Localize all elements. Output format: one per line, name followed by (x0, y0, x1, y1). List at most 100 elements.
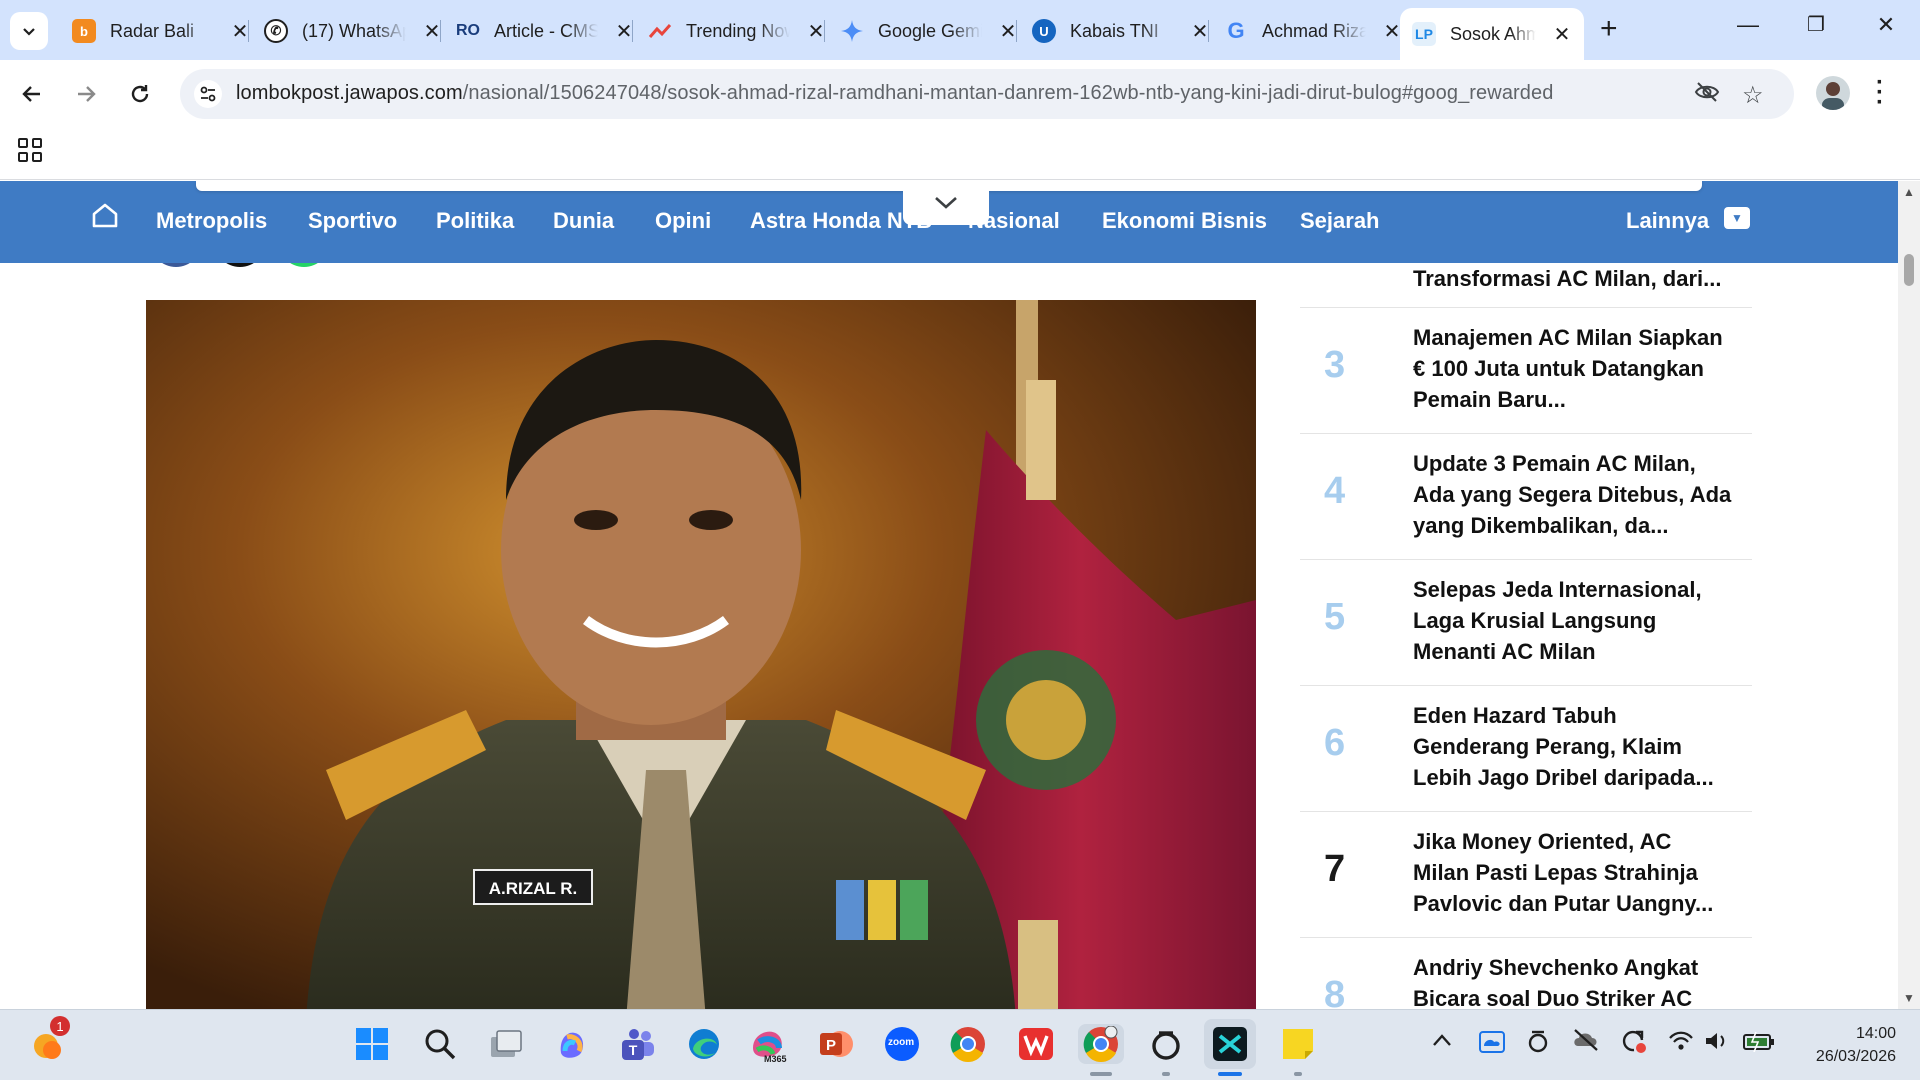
tab-kabais[interactable]: U Kabais TNI ✕ (1020, 10, 1210, 52)
zoom-label: zoom (888, 1037, 915, 1048)
tab-search-button[interactable] (10, 12, 48, 50)
close-icon[interactable]: ✕ (614, 19, 634, 44)
nav-dunia[interactable]: Dunia (553, 208, 614, 234)
windows-taskbar: 1 T M365 P zoom 14:00 26/03/2026 (0, 1009, 1920, 1080)
list-item[interactable]: 3 Manajemen AC Milan Siapkan € 100 Juta … (1300, 308, 1752, 434)
reload-button[interactable] (120, 74, 160, 114)
trend-title[interactable]: Transformasi AC Milan, dari... (1413, 263, 1733, 294)
list-item[interactable]: 8 Andriy Shevchenko Angkat Bicara soal D… (1300, 938, 1752, 1009)
nav-ekonomi-bisnis[interactable]: Ekonomi Bisnis (1102, 208, 1267, 234)
google-icon: G (1227, 18, 1245, 43)
tab-whatsapp[interactable]: ✆ (17) WhatsApp ✕ (252, 10, 442, 52)
close-icon[interactable]: ✕ (1552, 22, 1572, 47)
tab-trending[interactable]: Trending Now ✕ (636, 10, 826, 52)
tab-gemini[interactable]: Google Gemini ✕ (828, 10, 1018, 52)
close-icon[interactable]: ✕ (422, 19, 442, 44)
close-icon[interactable]: ✕ (806, 19, 826, 44)
trend-rank: 4 (1324, 470, 1346, 512)
list-item[interactable]: 5 Selepas Jeda Internasional, Laga Krusi… (1300, 560, 1752, 686)
m365-icon[interactable]: M365 (748, 1024, 788, 1064)
wps-icon[interactable] (1016, 1024, 1056, 1064)
trend-title[interactable]: Jika Money Oriented, AC Milan Pasti Lepa… (1413, 826, 1733, 919)
nav-sejarah[interactable]: Sejarah (1300, 208, 1380, 234)
trend-title[interactable]: Andriy Shevchenko Angkat Bicara soal Duo… (1413, 952, 1733, 1009)
tab-radar-bali[interactable]: b Radar Bali ✕ (60, 10, 250, 52)
wifi-icon[interactable] (1668, 1030, 1694, 1058)
bookmark-star-icon[interactable]: ☆ (1742, 81, 1764, 110)
circle-app-icon[interactable] (1146, 1024, 1186, 1064)
new-tab-button[interactable]: + (1600, 14, 1618, 44)
list-item[interactable]: 4 Update 3 Pemain AC Milan, Ada yang Seg… (1300, 434, 1752, 560)
caret-down-icon[interactable]: ▼ (1724, 207, 1750, 229)
onedrive-icon[interactable] (1478, 1028, 1506, 1060)
sticky-notes-icon[interactable] (1278, 1024, 1318, 1064)
collapse-header-button[interactable] (903, 181, 989, 225)
chevron-down-icon (935, 197, 957, 209)
forward-button[interactable] (66, 74, 106, 114)
restore-button[interactable]: ❐ (1796, 12, 1836, 37)
search-icon[interactable] (420, 1024, 460, 1064)
reload-icon (131, 85, 149, 103)
nav-opini[interactable]: Opini (655, 208, 711, 234)
tab-article-cms[interactable]: RO Article - CMS ✕ (444, 10, 634, 52)
trend-rank: 5 (1324, 596, 1346, 638)
trend-rank: 6 (1324, 722, 1346, 764)
task-view-icon[interactable] (486, 1024, 526, 1064)
battery-icon[interactable] (1742, 1030, 1776, 1058)
edge-icon[interactable] (684, 1024, 724, 1064)
zoom-icon[interactable]: zoom (882, 1024, 922, 1064)
list-item[interactable]: 7 Jika Money Oriented, AC Milan Pasti Le… (1300, 812, 1752, 938)
trend-title[interactable]: Eden Hazard Tabuh Genderang Perang, Klai… (1413, 700, 1733, 793)
trend-title[interactable]: Selepas Jeda Internasional, Laga Krusial… (1413, 574, 1733, 667)
volume-icon[interactable] (1704, 1030, 1730, 1058)
tray-chevron-up-icon[interactable] (1432, 1030, 1452, 1053)
tab-title: Article - CMS (494, 20, 598, 41)
nav-sportivo[interactable]: Sportivo (308, 208, 397, 234)
home-icon[interactable] (90, 201, 120, 231)
scrollbar-thumb[interactable] (1904, 254, 1914, 286)
minimize-button[interactable]: — (1728, 12, 1768, 38)
article-hero-image: A.RIZAL R. (146, 300, 1256, 1009)
url-text[interactable]: lombokpost.jawapos.com/nasional/15062470… (236, 82, 1553, 105)
close-icon[interactable]: ✕ (1382, 19, 1402, 44)
tab-sosok-active[interactable]: LP Sosok Ahmad Rizal ✕ (1400, 8, 1584, 60)
close-icon[interactable]: ✕ (230, 19, 250, 44)
site-info-button[interactable] (194, 80, 222, 108)
cloud-off-icon[interactable] (1572, 1028, 1600, 1058)
system-clock[interactable]: 14:00 26/03/2026 (1790, 1022, 1896, 1068)
copilot-icon[interactable] (552, 1024, 592, 1064)
trend-title[interactable]: Manajemen AC Milan Siapkan € 100 Juta un… (1413, 322, 1733, 415)
nav-metropolis[interactable]: Metropolis (156, 208, 267, 234)
app-running-indicator (1090, 1072, 1112, 1076)
close-icon[interactable]: ✕ (998, 19, 1018, 44)
back-button[interactable] (12, 74, 52, 114)
close-window-button[interactable]: ✕ (1866, 12, 1906, 38)
tracking-protection-icon[interactable] (1694, 81, 1720, 109)
sync-icon[interactable] (1620, 1028, 1648, 1060)
avatar[interactable] (1816, 76, 1850, 110)
trending-icon (648, 19, 672, 43)
tab-google-search[interactable]: G Achmad Rizal ✕ (1212, 10, 1402, 52)
close-icon[interactable]: ✕ (1190, 19, 1210, 44)
powerpoint-icon[interactable]: P (816, 1024, 856, 1064)
nav-more[interactable]: Lainnya (1626, 208, 1709, 234)
capcut-icon[interactable] (1204, 1019, 1256, 1069)
app-active-indicator (1218, 1072, 1242, 1076)
chrome-profile-icon[interactable] (1078, 1024, 1124, 1064)
page-scrollbar[interactable]: ▲ ▼ (1898, 181, 1920, 1009)
scroll-down-icon[interactable]: ▼ (1903, 991, 1915, 1005)
weather-widget[interactable]: 1 (28, 1016, 70, 1064)
clock-time: 14:00 (1855, 1025, 1896, 1042)
chrome-icon[interactable] (948, 1024, 988, 1064)
address-bar[interactable]: lombokpost.jawapos.com/nasional/15062470… (180, 69, 1794, 119)
apps-grid-icon[interactable] (18, 138, 42, 162)
circle-tray-icon[interactable] (1526, 1028, 1550, 1060)
teams-icon[interactable]: T (618, 1024, 658, 1064)
list-item[interactable]: Transformasi AC Milan, dari... (1300, 263, 1752, 308)
trend-title[interactable]: Update 3 Pemain AC Milan, Ada yang Seger… (1413, 448, 1733, 541)
list-item[interactable]: 6 Eden Hazard Tabuh Genderang Perang, Kl… (1300, 686, 1752, 812)
scroll-up-icon[interactable]: ▲ (1903, 185, 1915, 199)
nav-politika[interactable]: Politika (436, 208, 514, 234)
start-icon[interactable] (352, 1024, 392, 1064)
more-menu-icon[interactable]: · · · (1876, 71, 1884, 115)
